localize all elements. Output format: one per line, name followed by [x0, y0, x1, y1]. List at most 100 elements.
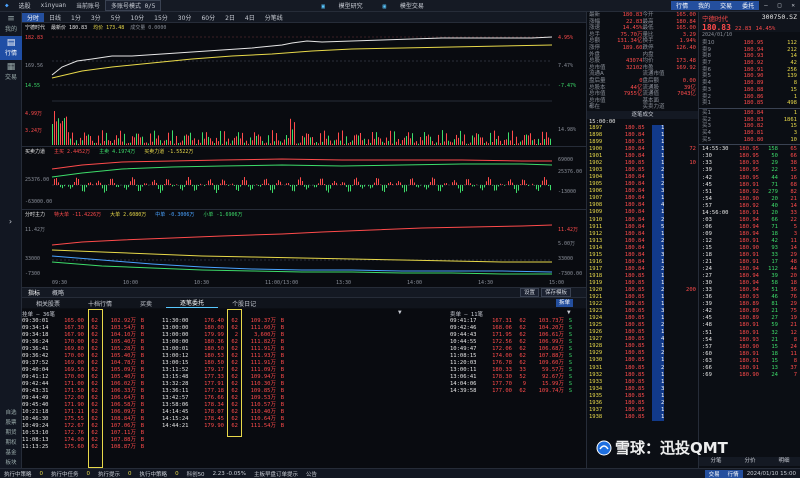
- volume-bar: [222, 143, 223, 145]
- volume-bar: [374, 138, 375, 145]
- volume-bar: [342, 130, 343, 145]
- tick-cell: 2: [652, 265, 665, 273]
- volume-bar: [102, 130, 103, 145]
- period-2[interactable]: 1分: [66, 13, 86, 22]
- quote-pair: 盘后额 0.00: [643, 78, 697, 85]
- tick-row: 1897 180.85 1: [589, 124, 696, 132]
- tick-cell: 180.84: [624, 188, 645, 195]
- top-tab-trade[interactable]: 交易: [715, 1, 738, 10]
- volume-bar: [446, 133, 447, 145]
- volume-bar: [454, 139, 455, 145]
- period-9[interactable]: 2日: [220, 13, 240, 22]
- period-0[interactable]: 分时: [22, 12, 45, 22]
- status-right-0[interactable]: 交易: [704, 469, 724, 478]
- subtab-2[interactable]: 买卖: [126, 299, 166, 308]
- period-8[interactable]: 60分: [196, 13, 220, 22]
- power-bar: [504, 185, 505, 186]
- period-11[interactable]: 分笔线: [260, 13, 288, 22]
- volume-bar: [388, 140, 389, 145]
- trade-cell: 180.91: [739, 357, 759, 364]
- nav-quote[interactable]: ▤ 行情: [0, 36, 22, 60]
- power-bar: [240, 185, 241, 187]
- period-3[interactable]: 3分: [86, 13, 106, 22]
- tick-cell: [672, 322, 696, 329]
- volume-bar: [410, 138, 411, 145]
- power-bar: [180, 185, 181, 189]
- minimize-icon[interactable]: —: [759, 2, 773, 9]
- subtab-0[interactable]: 相关股票: [22, 299, 74, 308]
- save-template-button[interactable]: 保存模板: [541, 288, 572, 297]
- subtab-3[interactable]: 逐笔委托: [166, 298, 219, 308]
- power-bar: [358, 181, 359, 185]
- top-tab-quote[interactable]: 行情: [671, 1, 694, 10]
- right-tab-0[interactable]: 分笔: [699, 457, 733, 466]
- power-bar: [412, 178, 413, 185]
- tab-indicator[interactable]: 指标: [22, 288, 46, 297]
- status-item-11[interactable]: 公告: [302, 470, 321, 478]
- status-right-1[interactable]: 行情: [723, 469, 743, 478]
- period-10[interactable]: 4日: [240, 13, 260, 22]
- volume-bar: [138, 133, 139, 145]
- watermark: 雪球：迅投QMT: [596, 437, 728, 458]
- quote-value: 126.40: [676, 44, 696, 51]
- power-bar: [496, 185, 497, 191]
- filter-icon[interactable]: ▼: [398, 309, 402, 316]
- market-nav-2[interactable]: 期货: [0, 428, 22, 438]
- volume-bar: [492, 141, 493, 145]
- ask-cell: 180.95: [743, 40, 764, 46]
- tab-overview[interactable]: 概略: [46, 288, 70, 297]
- order-cell: 3,600万: [253, 332, 276, 338]
- power-bar: [296, 185, 297, 187]
- trade-row: :45 180.89 27 19: [702, 315, 797, 322]
- tick-cell: 1903: [589, 167, 603, 174]
- power-bar: [252, 185, 253, 189]
- volume-bar: [516, 136, 517, 145]
- close-icon[interactable]: ✕: [786, 2, 800, 9]
- market-nav-5[interactable]: 板块: [0, 458, 22, 468]
- model-research-button[interactable]: ▣ 模型研究: [311, 1, 372, 10]
- tick-cell: 180.84: [624, 223, 645, 230]
- market-nav-1[interactable]: 股票: [0, 418, 22, 428]
- tick-cell: 180.85: [624, 413, 645, 420]
- model-trade-button[interactable]: ▣ 模型交易: [373, 1, 434, 10]
- period-6[interactable]: 15分: [149, 13, 173, 22]
- power-bar: [72, 185, 73, 188]
- nav-trade[interactable]: ▦ 交易: [0, 60, 22, 84]
- power-bar: [264, 179, 265, 185]
- top-tab-mine[interactable]: 我的: [693, 1, 716, 10]
- market-nav-0[interactable]: 自选: [0, 408, 22, 418]
- trade-cell: :51: [702, 329, 712, 336]
- menu-select-stock[interactable]: 选股: [14, 1, 36, 10]
- subtab-1[interactable]: 十档行情: [74, 299, 126, 308]
- period-7[interactable]: 30分: [173, 13, 197, 22]
- market-nav-4[interactable]: 基金: [0, 448, 22, 458]
- collapse-arrow-icon[interactable]: ›: [8, 217, 13, 226]
- order-cell: B: [280, 395, 284, 401]
- time-tick: 15:00: [549, 280, 565, 286]
- nav-mine[interactable]: ≡ 我的: [0, 12, 22, 36]
- volume-bar: [370, 142, 371, 145]
- tick-row: 1924 180.85 1: [589, 315, 696, 323]
- trade-cell: 21: [771, 336, 778, 343]
- period-1[interactable]: 日线: [44, 13, 66, 22]
- right-tab-2[interactable]: 明细: [767, 457, 800, 466]
- period-5[interactable]: 10分: [126, 13, 150, 22]
- volume-bar: [80, 137, 81, 145]
- subtab-4[interactable]: 个股日记: [218, 299, 270, 308]
- market-nav-3[interactable]: 期权: [0, 438, 22, 448]
- trade-cell: :66: [702, 364, 712, 371]
- right-tab-1[interactable]: 分价: [733, 457, 767, 466]
- filter-icon-right[interactable]: ▼: [567, 309, 571, 316]
- order-cell: 174.00: [64, 437, 84, 443]
- volume-bar: [406, 136, 407, 145]
- order-cell: B: [140, 346, 144, 352]
- maximize-icon[interactable]: □: [773, 2, 787, 9]
- trade-cell: :39: [702, 301, 712, 308]
- settings-button[interactable]: 设置: [520, 288, 540, 297]
- period-4[interactable]: 5分: [106, 13, 126, 22]
- account-mode-select[interactable]: 多账号模式 0/5: [104, 0, 162, 11]
- power-bar: [272, 185, 273, 193]
- collapse-button[interactable]: 拆单: [556, 299, 574, 307]
- power-bar: [438, 185, 439, 191]
- top-tab-order[interactable]: 委托: [737, 1, 760, 10]
